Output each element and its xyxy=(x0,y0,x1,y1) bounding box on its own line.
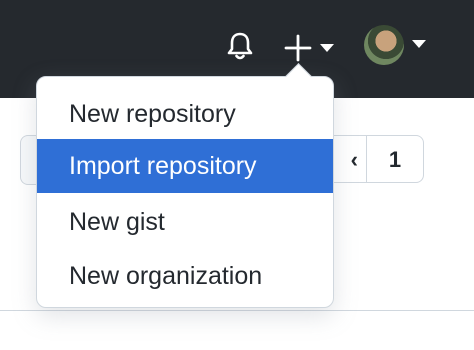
create-new-button[interactable] xyxy=(284,30,340,62)
menu-item-new-organization[interactable]: New organization xyxy=(37,249,333,303)
bell-icon[interactable] xyxy=(224,30,256,62)
menu-item-new-gist[interactable]: New gist xyxy=(37,195,333,249)
chevron-down-icon[interactable] xyxy=(412,40,426,48)
divider xyxy=(0,310,474,311)
page-number-button[interactable]: 1 xyxy=(366,135,424,183)
create-new-dropdown-menu: New repository Import repository New gis… xyxy=(36,63,334,308)
plus-icon xyxy=(284,34,312,62)
menu-item-new-repository[interactable]: New repository xyxy=(37,87,333,141)
avatar[interactable] xyxy=(364,25,404,65)
menu-item-import-repository[interactable]: Import repository xyxy=(37,139,333,193)
chevron-down-icon xyxy=(320,44,334,52)
